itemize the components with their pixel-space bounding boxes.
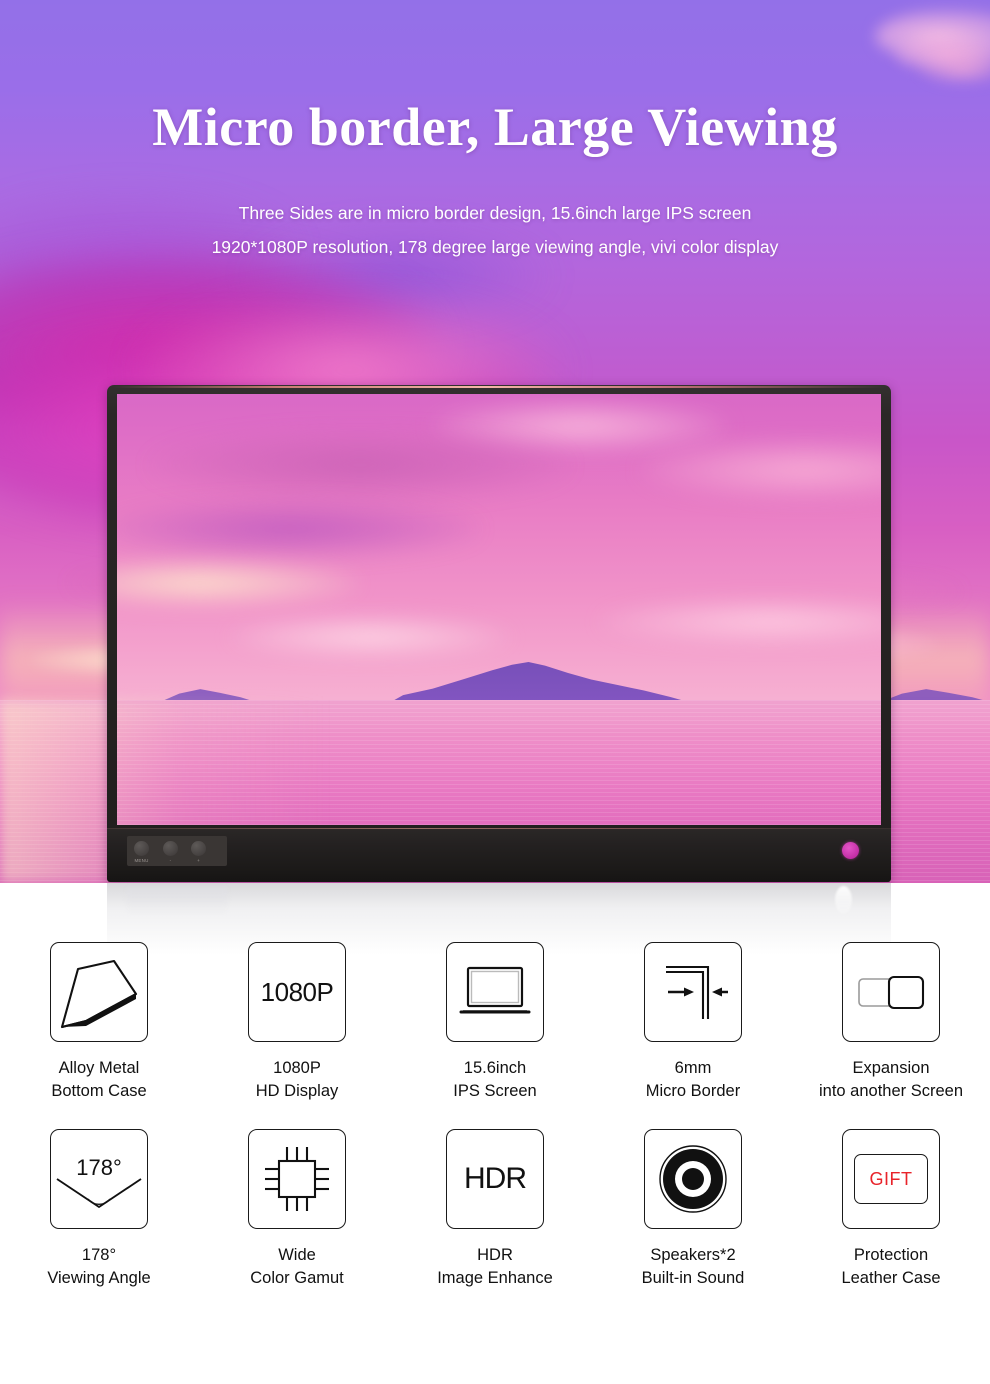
feature-icon-box	[248, 1129, 346, 1229]
svg-text:178°: 178°	[76, 1155, 122, 1180]
feature-item-alloy-metal: Alloy Metal Bottom Case	[0, 930, 198, 1117]
laptop-screen-icon	[455, 960, 535, 1024]
control-panel-reflection	[127, 888, 227, 914]
feature-label-line2: Leather Case	[841, 1269, 941, 1287]
plus-button[interactable]	[191, 841, 206, 856]
chin-highlight-line	[107, 828, 891, 829]
feature-item-1080p: 1080P 1080P HD Display	[198, 930, 396, 1117]
feature-item-leather-case: GIFT Protection Leather Case	[792, 1117, 990, 1304]
feature-label: 6mm Micro Border	[646, 1057, 740, 1103]
screen-content	[117, 394, 881, 825]
feature-item-ips-screen: 15.6inch IPS Screen	[396, 930, 594, 1117]
screen-sun-reflection	[117, 700, 330, 825]
feature-icon-box: HDR	[446, 1129, 544, 1229]
page-title: Micro border, Large Viewing	[152, 97, 838, 157]
metal-plate-icon	[56, 949, 142, 1035]
feature-label: 1080P HD Display	[256, 1057, 339, 1103]
feature-label-line2: Image Enhance	[437, 1269, 553, 1287]
feature-icon-box	[644, 942, 742, 1042]
control-button-panel[interactable]: MENU - +	[127, 836, 227, 866]
hero-banner: Micro border, Large Viewing Three Sides …	[0, 0, 990, 883]
minus-button-label: -	[169, 858, 172, 863]
feature-icon-box	[446, 942, 544, 1042]
feature-label-line2: Color Gamut	[250, 1269, 344, 1287]
feature-label-line2: Bottom Case	[51, 1082, 147, 1100]
feature-item-expansion: Expansion into another Screen	[792, 930, 990, 1117]
feature-item-viewing-angle: 178° 178° Viewing Angle	[0, 1117, 198, 1304]
feature-label-line2: IPS Screen	[453, 1082, 537, 1100]
minus-button[interactable]	[163, 841, 178, 856]
feature-label-line2: Built-in Sound	[641, 1269, 745, 1287]
feature-item-color-gamut: Wide Color Gamut	[198, 1117, 396, 1304]
brand-indicator-icon	[842, 842, 859, 859]
feature-label-line2: Viewing Angle	[47, 1269, 151, 1287]
feature-item-hdr: HDR HDR Image Enhance	[396, 1117, 594, 1304]
feature-icon-box	[644, 1129, 742, 1229]
gift-case-icon: GIFT	[854, 1154, 928, 1204]
feature-grid: Alloy Metal Bottom Case 1080P 1080P HD D…	[0, 930, 990, 1304]
feature-label: Protection Leather Case	[841, 1244, 940, 1290]
viewing-angle-icon: 178°	[53, 1141, 145, 1217]
feature-icon-box: GIFT	[842, 1129, 940, 1229]
resolution-1080p-icon: 1080P	[260, 976, 334, 1007]
feature-label-line1: HDR	[477, 1246, 513, 1264]
feature-icon-box: 178°	[50, 1129, 148, 1229]
plus-button-label: +	[197, 858, 200, 863]
monitor-screen	[117, 394, 881, 825]
cpu-chip-icon	[257, 1139, 337, 1219]
feature-label: Speakers*2 Built-in Sound	[642, 1244, 745, 1290]
feature-label: 178° Viewing Angle	[47, 1244, 150, 1290]
feature-label-line1: 15.6inch	[463, 1059, 527, 1077]
feature-item-speakers: Speakers*2 Built-in Sound	[594, 1117, 792, 1304]
feature-label-line2: HD Display	[255, 1082, 339, 1100]
feature-label-line1: 178°	[81, 1246, 117, 1264]
feature-label-line2: Micro Border	[645, 1082, 741, 1100]
hero-subtitle-line2: 1920*1080P resolution, 178 degree large …	[211, 237, 779, 257]
feature-label-line1: Speakers*2	[650, 1246, 736, 1264]
screen-cloud	[230, 618, 510, 656]
feature-icon-box	[50, 942, 148, 1042]
bezel-top-highlight	[113, 386, 885, 388]
screen-cloud	[117, 500, 480, 558]
menu-button-label: MENU	[134, 858, 149, 863]
feature-label: HDR Image Enhance	[437, 1244, 553, 1290]
micro-border-arrows-icon	[654, 957, 732, 1027]
menu-button[interactable]	[134, 841, 149, 856]
gift-label: GIFT	[869, 1168, 913, 1189]
feature-label-line1: 1080P	[273, 1059, 321, 1077]
feature-label-line1: Protection	[853, 1246, 929, 1264]
dual-screen-expansion-icon	[851, 965, 931, 1019]
feature-label: Alloy Metal Bottom Case	[51, 1057, 146, 1103]
feature-icon-box	[842, 942, 940, 1042]
hero-subtitle-line1: Three Sides are in micro border design, …	[238, 203, 752, 223]
feature-label-line1: 6mm	[674, 1059, 712, 1077]
feature-label: 15.6inch IPS Screen	[453, 1057, 536, 1103]
hdr-icon: HDR	[464, 1162, 527, 1195]
feature-label: Expansion into another Screen	[819, 1057, 963, 1103]
feature-label-line2: into another Screen	[818, 1082, 963, 1100]
feature-item-micro-border: 6mm Micro Border	[594, 930, 792, 1117]
screen-cloud	[150, 430, 570, 500]
feature-icon-box: 1080P	[248, 942, 346, 1042]
brand-indicator-reflection	[835, 886, 852, 914]
feature-label-line1: Wide	[278, 1246, 316, 1264]
portable-monitor: MENU - +	[107, 385, 891, 882]
feature-label-line1: Expansion	[852, 1059, 930, 1077]
speaker-icon	[655, 1141, 731, 1217]
hero-subtitle: Three Sides are in micro border design, …	[0, 196, 990, 264]
monitor-bottom-bar: MENU - +	[107, 828, 891, 882]
feature-label: Wide Color Gamut	[250, 1244, 344, 1290]
feature-label-line1: Alloy Metal	[58, 1059, 140, 1077]
